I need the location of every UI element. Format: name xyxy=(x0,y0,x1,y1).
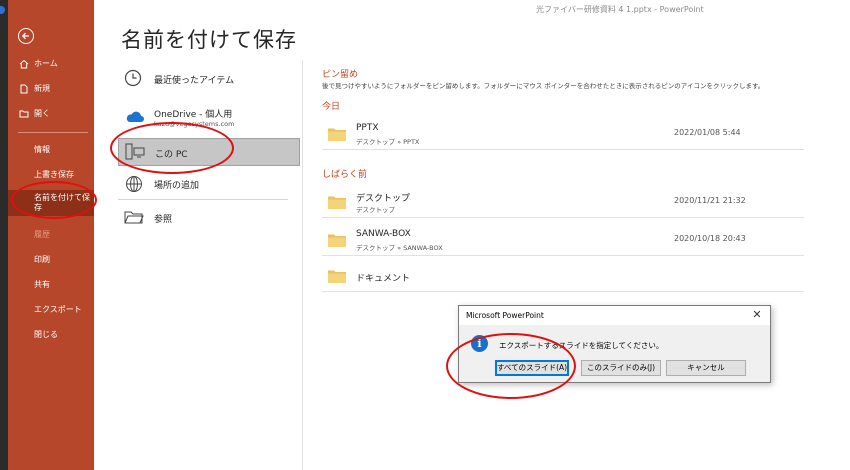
folder-name: ドキュメント xyxy=(356,274,411,284)
pinned-description: 後で見つけやすいようにフォルダーをピン留めします。フォルダーにマウス ポインター… xyxy=(322,82,765,90)
pinned-heading: ピン留め xyxy=(322,70,359,80)
folder-path: デスクトップ » SANWA-BOX xyxy=(356,244,443,252)
sidebar-item-label: 履歴 xyxy=(34,230,50,239)
location-onedrive[interactable]: OneDrive - 個人用 kazu@vegasystems.com xyxy=(118,100,300,134)
this-slide-only-button[interactable]: このスライドのみ(J) xyxy=(581,360,661,376)
sidebar-item-new[interactable]: 新規 xyxy=(8,77,94,101)
today-heading: 今日 xyxy=(322,102,341,112)
open-folder-icon xyxy=(19,110,29,118)
sidebar-item-label: 共有 xyxy=(34,280,50,289)
page-title: 名前を付けて保存 xyxy=(121,28,297,52)
location-recent[interactable]: 最近使ったアイテム xyxy=(118,64,300,94)
export-dialog: Microsoft PowerPoint ✕ i エクスポートするスライドを指定… xyxy=(458,305,771,383)
home-icon xyxy=(19,59,29,69)
back-arrow-icon[interactable] xyxy=(18,28,34,44)
all-slides-button[interactable]: すべてのスライド(A) xyxy=(495,360,569,376)
folder-icon xyxy=(328,196,346,209)
dialog-title: Microsoft PowerPoint xyxy=(466,311,544,320)
folder-name: デスクトップ xyxy=(356,194,411,204)
cancel-button[interactable]: キャンセル xyxy=(666,360,746,376)
pane-divider xyxy=(302,60,303,470)
info-icon: i xyxy=(471,335,488,352)
sidebar-item-label: 名前を付けて保 存 xyxy=(34,193,90,212)
sidebar-item-home[interactable]: ホーム xyxy=(8,52,94,76)
sidebar-divider xyxy=(18,132,88,133)
location-add-place[interactable]: 場所の追加 xyxy=(118,170,300,198)
browse-folder-icon xyxy=(124,211,144,224)
sidebar-item-open[interactable]: 開く xyxy=(8,102,94,126)
sidebar-item-share[interactable]: 共有 xyxy=(8,273,94,297)
sidebar-item-info[interactable]: 情報 xyxy=(8,138,94,162)
sidebar-item-label: 情報 xyxy=(34,145,50,154)
window-title: 光ファイバー研修資料 4 1.pptx - PowerPoint xyxy=(536,5,704,14)
location-browse[interactable]: 参照 xyxy=(118,204,300,232)
folder-date: 2020/11/21 21:32 xyxy=(674,196,746,205)
powerpoint-backstage: ホーム 新規 開く 情報 上書き保存 名前を付けて保 存 履歴 印刷 共有 エク… xyxy=(0,0,850,470)
location-sublabel: kazu@vegasystems.com xyxy=(154,120,235,128)
new-file-icon xyxy=(20,84,28,94)
folder-name: PPTX xyxy=(356,123,379,133)
dialog-message: エクスポートするスライドを指定してください。 xyxy=(499,341,664,350)
sidebar-item-close[interactable]: 閉じる xyxy=(8,323,94,347)
sidebar-item-save-as[interactable]: 名前を付けて保 存 xyxy=(8,190,94,216)
add-place-globe-icon xyxy=(126,176,142,192)
sidebar-item-label: 新規 xyxy=(34,84,50,93)
dialog-title-bar: Microsoft PowerPoint ✕ xyxy=(459,306,770,325)
edge-blue-mark xyxy=(0,6,5,14)
sidebar-item-label: エクスポート xyxy=(34,305,82,314)
location-this-pc[interactable]: この PC xyxy=(118,138,300,166)
folder-path: デスクトップ xyxy=(356,206,395,214)
folder-icon xyxy=(328,234,346,247)
sidebar-item-save[interactable]: 上書き保存 xyxy=(8,163,94,187)
sidebar-item-label: 印刷 xyxy=(34,255,50,264)
clock-icon xyxy=(124,69,142,87)
sidebar-item-label: ホーム xyxy=(34,59,58,68)
folder-row[interactable]: デスクトップ デスクトップ 2020/11/21 21:32 xyxy=(322,188,804,218)
locations-divider xyxy=(118,199,288,200)
location-label: 最近使ったアイテム xyxy=(154,76,235,86)
onedrive-cloud-icon xyxy=(126,111,144,122)
sidebar-item-label: 上書き保存 xyxy=(34,170,74,179)
folder-date: 2022/01/08 5:44 xyxy=(674,128,741,137)
folder-icon xyxy=(328,270,346,283)
location-label: 場所の追加 xyxy=(154,181,200,191)
pc-icon xyxy=(125,143,145,160)
close-icon[interactable]: ✕ xyxy=(750,308,764,322)
location-label: 参照 xyxy=(154,215,173,225)
folder-row[interactable]: PPTX デスクトップ » PPTX 2022/01/08 5:44 xyxy=(322,120,804,150)
folder-date: 2020/10/18 20:43 xyxy=(674,234,746,243)
location-label: この PC xyxy=(155,150,188,160)
backstage-sidebar: ホーム 新規 開く 情報 上書き保存 名前を付けて保 存 履歴 印刷 共有 エク… xyxy=(8,0,94,470)
folder-path: デスクトップ » PPTX xyxy=(356,138,420,146)
underlying-window-edge xyxy=(0,0,8,470)
folder-name: SANWA-BOX xyxy=(356,229,411,239)
location-label: OneDrive - 個人用 xyxy=(154,110,233,120)
folder-icon xyxy=(328,128,346,141)
sidebar-item-history: 履歴 xyxy=(8,223,94,247)
folder-row[interactable]: ドキュメント xyxy=(322,262,804,292)
sidebar-item-export[interactable]: エクスポート xyxy=(8,298,94,322)
folder-row[interactable]: SANWA-BOX デスクトップ » SANWA-BOX 2020/10/18 … xyxy=(322,226,804,256)
sidebar-item-label: 開く xyxy=(34,109,50,118)
sidebar-item-print[interactable]: 印刷 xyxy=(8,248,94,272)
older-heading: しばらく前 xyxy=(322,170,368,180)
sidebar-item-label: 閉じる xyxy=(34,330,58,339)
